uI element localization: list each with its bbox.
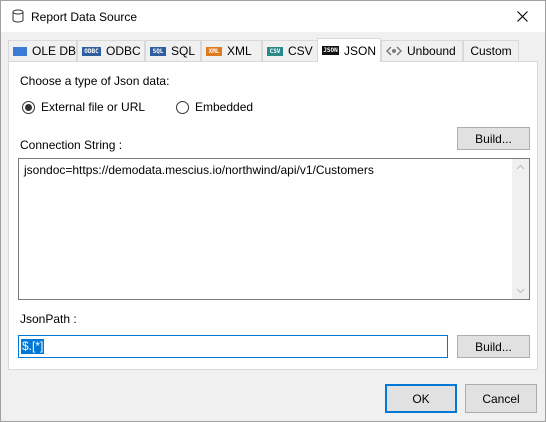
xml-icon: XML xyxy=(206,46,222,56)
tab-label: XML xyxy=(227,44,252,58)
connection-string-textarea[interactable]: jsondoc=https://demodata.mescius.io/nort… xyxy=(18,158,530,300)
window-title: Report Data Source xyxy=(31,10,138,24)
tab-custom[interactable]: Custom xyxy=(463,40,519,61)
scroll-down-icon[interactable] xyxy=(516,286,525,295)
tab-unbound[interactable]: Unbound xyxy=(381,40,463,61)
radio-external-file[interactable]: External file or URL xyxy=(22,100,145,114)
csv-icon: CSV xyxy=(267,46,283,56)
tab-sql[interactable]: SQL SQL xyxy=(145,40,201,61)
tab-ole-db[interactable]: OLE DB xyxy=(8,40,77,61)
tab-strip: OLE DB ODBC ODBC SQL SQL XML XML CSV CSV… xyxy=(8,38,538,62)
radio-embedded-label: Embedded xyxy=(195,100,254,114)
connection-build-button[interactable]: Build... xyxy=(457,127,530,150)
tab-label: Custom xyxy=(470,44,512,58)
cancel-button[interactable]: Cancel xyxy=(465,384,537,413)
radio-embedded[interactable]: Embedded xyxy=(176,100,253,114)
oledb-icon xyxy=(13,46,27,56)
jsonpath-input[interactable]: $.[*] xyxy=(18,335,448,358)
title-bar: Report Data Source xyxy=(1,1,545,32)
tab-xml[interactable]: XML XML xyxy=(201,40,262,61)
tab-label: JSON xyxy=(344,43,377,58)
tab-label: Unbound xyxy=(407,44,456,58)
json-type-prompt: Choose a type of Json data: xyxy=(20,74,170,88)
close-icon xyxy=(516,10,528,22)
connection-string-label: Connection String : xyxy=(20,138,123,152)
radio-external-label: External file or URL xyxy=(41,100,146,114)
report-data-source-dialog: Report Data Source OLE DB ODBC ODBC SQL … xyxy=(0,0,546,422)
jsonpath-label: JsonPath : xyxy=(20,312,77,326)
close-button[interactable] xyxy=(499,1,545,31)
radio-circle xyxy=(176,100,189,114)
tab-label: CSV xyxy=(288,44,313,58)
vertical-scrollbar[interactable] xyxy=(512,159,529,299)
database-icon xyxy=(12,9,24,23)
tab-label: SQL xyxy=(171,44,196,58)
tab-odbc[interactable]: ODBC ODBC xyxy=(77,40,145,61)
json-tab-panel: Choose a type of Json data: External fil… xyxy=(8,61,538,370)
connection-string-value: jsondoc=https://demodata.mescius.io/nort… xyxy=(24,163,374,177)
json-icon: JSON xyxy=(322,46,339,55)
ok-button[interactable]: OK xyxy=(385,384,457,413)
radio-circle xyxy=(22,100,35,114)
tab-label: OLE DB xyxy=(31,44,76,58)
tab-json[interactable]: JSON JSON xyxy=(317,38,381,62)
sql-icon: SQL xyxy=(150,46,166,56)
scroll-up-icon[interactable] xyxy=(516,163,525,172)
radio-dot xyxy=(25,103,32,111)
unbound-icon xyxy=(386,46,402,56)
tab-csv[interactable]: CSV CSV xyxy=(262,40,318,61)
odbc-icon: ODBC xyxy=(82,46,101,56)
tab-label: ODBC xyxy=(106,44,141,58)
jsonpath-value: $.[*] xyxy=(21,339,45,354)
jsonpath-build-button[interactable]: Build... xyxy=(457,335,530,358)
